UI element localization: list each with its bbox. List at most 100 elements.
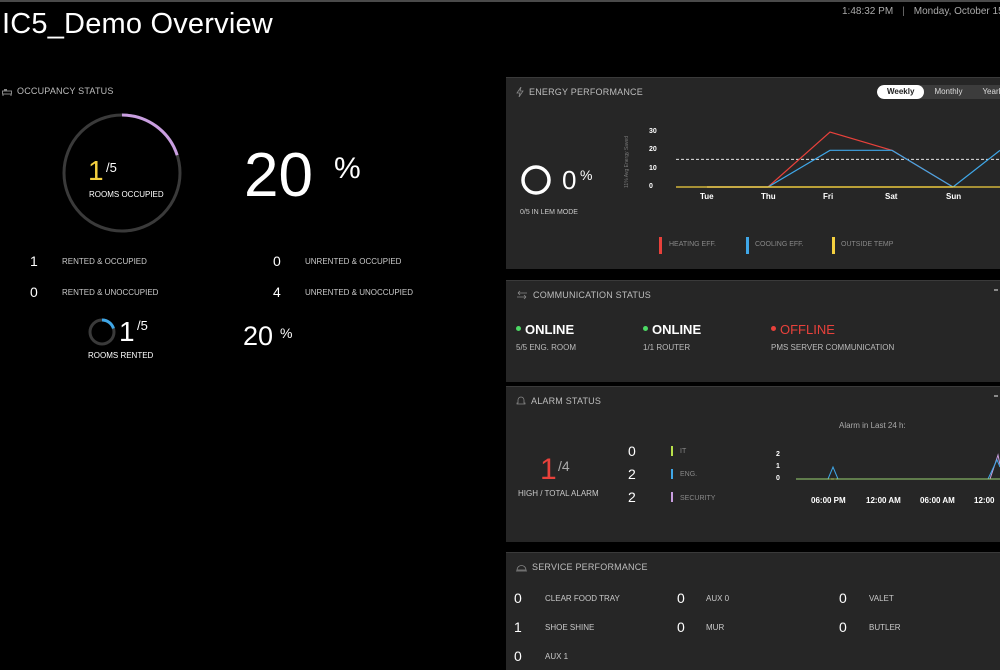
- service-count: 0: [514, 590, 522, 606]
- service-heading-label: SERVICE PERFORMANCE: [532, 562, 648, 572]
- status-dot-online: [643, 326, 648, 331]
- tab-weekly[interactable]: Weekly: [877, 85, 925, 99]
- rooms-occupied-gauge: [62, 113, 182, 233]
- service-count: 0: [839, 590, 847, 606]
- engroom-status-text: ONLINE: [525, 322, 575, 337]
- service-aux0: AUX 0: [706, 594, 730, 603]
- page-title: IC5_Demo Overview: [2, 8, 273, 40]
- bell-icon: [516, 396, 526, 405]
- energy-y-tick: 30: [649, 128, 657, 135]
- alarm-security-swatch: [671, 492, 673, 502]
- legend-cooling-swatch: [746, 237, 749, 254]
- pms-label: PMS SERVER COMMUNICATION: [771, 343, 895, 352]
- lem-percent: 0: [562, 165, 577, 195]
- energy-series-line: [707, 149, 954, 188]
- alarm-y-tick: 0: [776, 475, 780, 482]
- cloche-icon: [516, 565, 527, 572]
- alarm-heading-label: ALARM STATUS: [531, 396, 602, 406]
- clock-time: 1:48:32 PM: [842, 6, 894, 17]
- tab-yearly[interactable]: Yearly: [972, 85, 1000, 99]
- alarm-eng-line: [796, 465, 1000, 480]
- alarm-eng-label: ENG.: [680, 471, 698, 478]
- bed-icon: [2, 89, 12, 96]
- service-count: 0: [839, 619, 847, 635]
- rooms-rented-label: ROOMS RENTED: [88, 351, 154, 360]
- router-status: ONLINE: [643, 322, 701, 337]
- alarm-security-count: 2: [628, 489, 636, 505]
- rented-unoccupied-count: 0: [30, 284, 38, 300]
- alarm-eng-count: 2: [628, 466, 636, 482]
- service-count: 0: [677, 590, 685, 606]
- unrented-occupied-count: 0: [273, 253, 281, 269]
- lem-gauge: [521, 165, 551, 195]
- service-heading: SERVICE PERFORMANCE: [516, 562, 648, 572]
- alarm-y-tick: 2: [776, 451, 780, 458]
- rooms-rented-value: 1: [119, 316, 135, 347]
- period-toggle: Weekly Monthly Yearly: [877, 85, 1000, 99]
- legend-heating-label: HEATING EFF.: [669, 241, 716, 248]
- alarm-high-count: 1: [540, 453, 557, 486]
- lem-percent-sign: %: [580, 167, 593, 183]
- energy-panel: ENERGY PERFORMANCE Weekly Monthly Yearly…: [506, 77, 1000, 269]
- energy-y-tick: 10: [649, 164, 657, 172]
- engroom-label: 5/5 ENG. ROOM: [516, 343, 577, 352]
- pms-status-text: OFFLINE: [780, 322, 835, 337]
- rooms-rented-total: /5: [137, 318, 148, 333]
- energy-heading: ENERGY PERFORMANCE: [516, 86, 643, 98]
- legend-cooling-label: COOLING EFF.: [755, 241, 804, 248]
- occupancy-percent-sign: %: [334, 152, 361, 185]
- lem-gauge-ring: [521, 165, 551, 195]
- clock-separator: |: [902, 6, 905, 17]
- alarm-eng-swatch: [671, 469, 673, 479]
- legend-temp-swatch: [832, 237, 835, 254]
- service-count: 0: [677, 619, 685, 635]
- service-count: 0: [514, 648, 522, 664]
- alarm-it-label: IT: [680, 448, 687, 455]
- legend-temp-label: OUTSIDE TEMP: [841, 241, 894, 248]
- energy-x-tick: Sun: [946, 192, 962, 201]
- router-status-text: ONLINE: [652, 322, 702, 337]
- pms-status: OFFLINE: [771, 322, 835, 337]
- communication-panel: COMMUNICATION STATUS ONLINE 5/5 ENG. ROO…: [506, 280, 1000, 382]
- top-border: [0, 0, 1000, 2]
- rooms-occupied-label: ROOMS OCCUPIED: [89, 190, 164, 199]
- occupancy-percent: 20: [244, 141, 313, 210]
- alarm-panel: ALARM STATUS 1 /4 HIGH / TOTAL ALARM 0 I…: [506, 386, 1000, 542]
- alarm-x-tick: 06:00 AM: [920, 496, 955, 505]
- service-aux1: AUX 1: [545, 652, 569, 661]
- tab-monthly[interactable]: Monthly: [924, 85, 972, 99]
- energy-y-axis-label: 11% Avg Energy Saved: [624, 135, 630, 188]
- energy-x-tick: Sat: [885, 192, 898, 201]
- service-clear-food-tray: CLEAR FOOD TRAY: [545, 594, 620, 603]
- router-label: 1/1 ROUTER: [643, 343, 691, 352]
- occupancy-heading-label: OCCUPANCY STATUS: [17, 86, 114, 96]
- communication-heading: COMMUNICATION STATUS: [516, 290, 651, 300]
- service-mur: MUR: [706, 623, 725, 632]
- energy-heading-label: ENERGY PERFORMANCE: [529, 87, 643, 97]
- alarm-heading: ALARM STATUS: [516, 396, 601, 406]
- alarm-x-tick: 06:00 PM: [811, 496, 846, 505]
- rented-percent-sign: %: [280, 325, 293, 341]
- rented-percent: 20: [243, 321, 274, 351]
- status-dot-online: [516, 326, 521, 331]
- service-count: 1: [514, 619, 522, 635]
- panel-menu-icon[interactable]: [994, 395, 998, 397]
- legend-heating-swatch: [659, 237, 662, 254]
- panel-menu-icon[interactable]: [994, 289, 998, 291]
- alarm-y-tick: 1: [776, 463, 780, 470]
- alarm-chart-title: Alarm in Last 24 h:: [839, 421, 906, 430]
- unrented-occupied-label: UNRENTED & OCCUPIED: [305, 257, 402, 266]
- unrented-unoccupied-count: 4: [273, 284, 281, 300]
- energy-x-tick: Fri: [823, 192, 834, 201]
- arrows-icon: [517, 290, 527, 300]
- rented-occupied-label: RENTED & OCCUPIED: [62, 257, 147, 266]
- clock: 1:48:32 PM | Monday, October 15, 20: [842, 6, 1000, 17]
- unrented-unoccupied-label: UNRENTED & UNOCCUPIED: [305, 288, 414, 297]
- service-shoe-shine: SHOE SHINE: [545, 623, 595, 632]
- energy-chart: [676, 131, 1000, 188]
- rooms-rented-gauge: [88, 318, 116, 346]
- occupancy-heading: OCCUPANCY STATUS: [2, 86, 114, 96]
- alarm-it-count: 0: [628, 443, 636, 459]
- engroom-status: ONLINE: [516, 322, 574, 337]
- lightning-icon: [516, 86, 524, 98]
